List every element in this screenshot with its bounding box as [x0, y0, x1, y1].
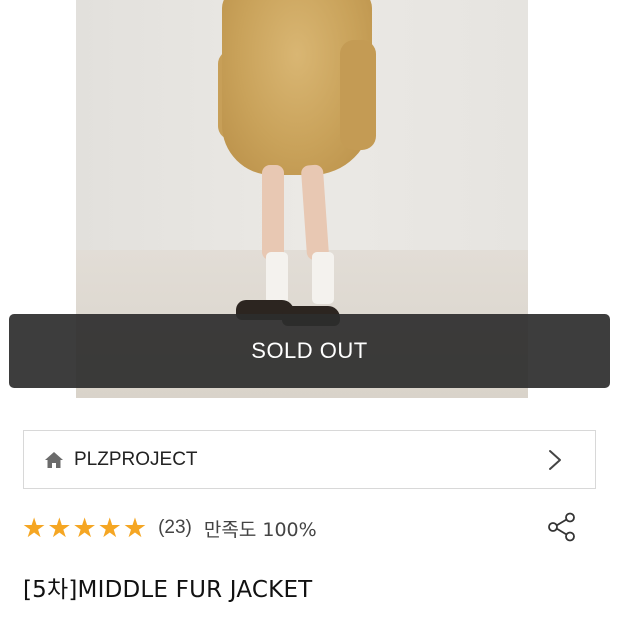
product-detail-page: SOLD OUT PLZPROJECT ★ ★ ★ ★ ★ (23) 만족도 1… [0, 0, 620, 620]
photo-sock [312, 252, 334, 304]
sold-out-label: SOLD OUT [251, 338, 368, 363]
photo-sock [266, 252, 288, 304]
review-count[interactable]: (23) [158, 517, 192, 539]
chevron-right-icon [545, 449, 565, 471]
star-icon: ★ [22, 512, 47, 544]
brand-shop-link[interactable]: PLZPROJECT [23, 430, 596, 489]
rating-row[interactable]: ★ ★ ★ ★ ★ (23) 만족도 100% [22, 510, 317, 546]
satisfaction-rate: 만족도 100% [203, 518, 317, 541]
photo-leg [300, 164, 330, 261]
star-rating: ★ ★ ★ ★ ★ [22, 515, 148, 542]
product-title: [5차]MIDDLE FUR JACKET [23, 577, 313, 603]
photo-leg [262, 165, 284, 260]
photo-coat-sleeve [340, 40, 376, 150]
sold-out-banner: SOLD OUT [9, 314, 610, 388]
brand-name: PLZPROJECT [74, 448, 198, 470]
star-icon: ★ [97, 512, 122, 544]
home-icon [44, 450, 64, 470]
star-icon: ★ [122, 512, 148, 544]
star-icon: ★ [47, 512, 72, 544]
share-icon[interactable] [546, 511, 578, 543]
star-icon: ★ [72, 512, 97, 544]
